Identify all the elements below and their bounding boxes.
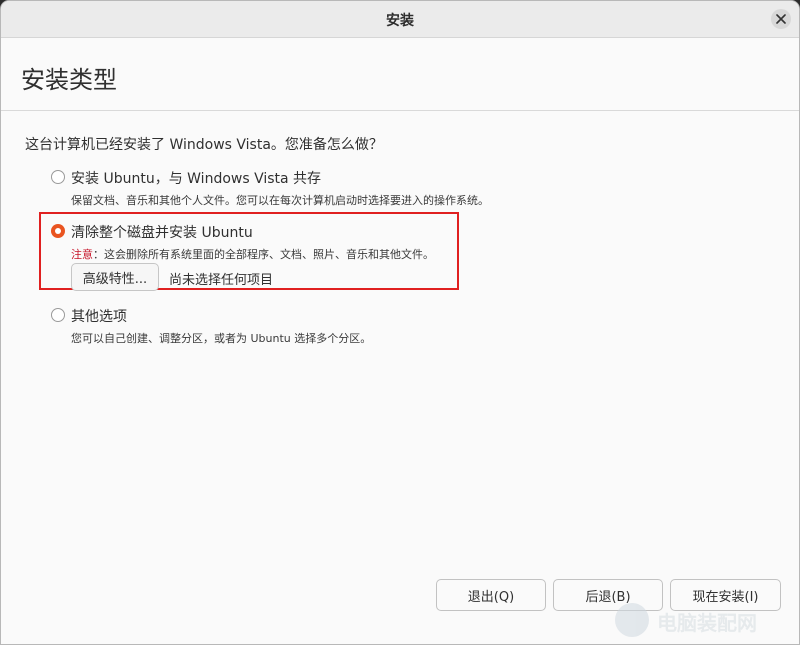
page-title: 安装类型 [21, 66, 117, 94]
watermark-text: 电脑装配网 [657, 611, 757, 635]
page-header: 安装类型 [1, 38, 799, 111]
option-label[interactable]: 其他选项 [71, 306, 127, 326]
option-description: 保留文档、音乐和其他个人文件。您可以在每次计算机启动时选择要进入的操作系统。 [71, 194, 489, 207]
title-bar: 安装 [1, 1, 799, 38]
option-description: 注意：这会删除所有系统里面的全部程序、文档、照片、音乐和其他文件。 [71, 246, 434, 262]
warning-text: ：这会删除所有系统里面的全部程序、文档、照片、音乐和其他文件。 [93, 248, 434, 261]
installer-window: 安装 安装类型 这台计算机已经安装了 Windows Vista。您准备怎么做？… [0, 0, 800, 645]
close-button[interactable] [771, 9, 791, 29]
warning-label: 注意 [71, 248, 93, 261]
option-description: 您可以自己创建、调整分区，或者为 Ubuntu 选择多个分区。 [71, 332, 372, 345]
radio-install-alongside[interactable] [51, 170, 65, 184]
advanced-features-button[interactable]: 高级特性... [71, 263, 159, 291]
install-now-button[interactable]: 现在安装(I) [670, 579, 781, 611]
radio-erase-disk[interactable] [51, 224, 65, 238]
option-label[interactable]: 安装 Ubuntu，与 Windows Vista 共存 [71, 168, 321, 188]
window-title: 安装 [386, 13, 414, 29]
install-question: 这台计算机已经安装了 Windows Vista。您准备怎么做？ [25, 137, 383, 153]
radio-something-else[interactable] [51, 308, 65, 322]
quit-button[interactable]: 退出(Q) [436, 579, 546, 611]
advanced-status: 尚未选择任何项目 [169, 273, 274, 288]
option-label[interactable]: 清除整个磁盘并安装 Ubuntu [71, 222, 253, 242]
close-icon [776, 14, 786, 24]
back-button[interactable]: 后退(B) [553, 579, 663, 611]
